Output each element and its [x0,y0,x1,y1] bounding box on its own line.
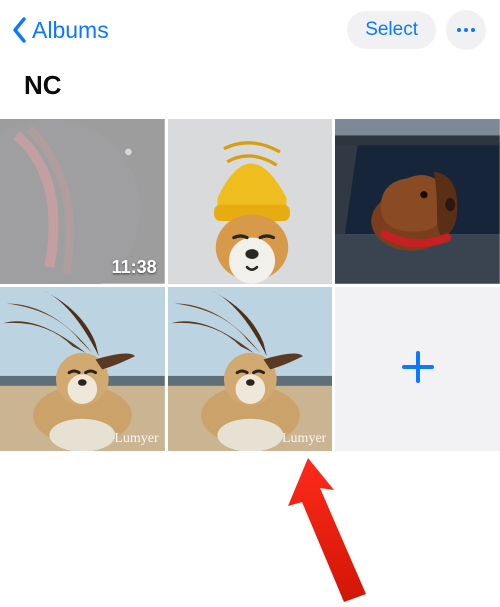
plus-icon [398,347,438,392]
thumbnail-image [168,287,333,452]
grid-item[interactable] [168,119,333,284]
annotation-arrow-icon [248,452,378,607]
add-photo-button[interactable] [335,287,500,452]
photo-grid: 11:38 [0,119,500,451]
grid-item[interactable]: Lumyer [0,287,165,452]
thumbnail-image [168,119,333,284]
back-button[interactable]: Albums [10,16,109,44]
album-title: NC [0,56,500,119]
select-button[interactable]: Select [347,11,436,49]
back-label: Albums [32,17,109,44]
thumbnail-image [0,287,165,452]
grid-item[interactable] [335,119,500,284]
chevron-left-icon [10,16,28,44]
ellipsis-icon [457,28,475,32]
grid-item[interactable]: Lumyer [168,287,333,452]
grid-item[interactable]: 11:38 [0,119,165,284]
watermark: Lumyer [114,431,158,447]
watermark: Lumyer [282,431,326,447]
video-duration: 11:38 [112,257,157,278]
thumbnail-image [335,119,500,284]
more-button[interactable] [446,10,486,50]
